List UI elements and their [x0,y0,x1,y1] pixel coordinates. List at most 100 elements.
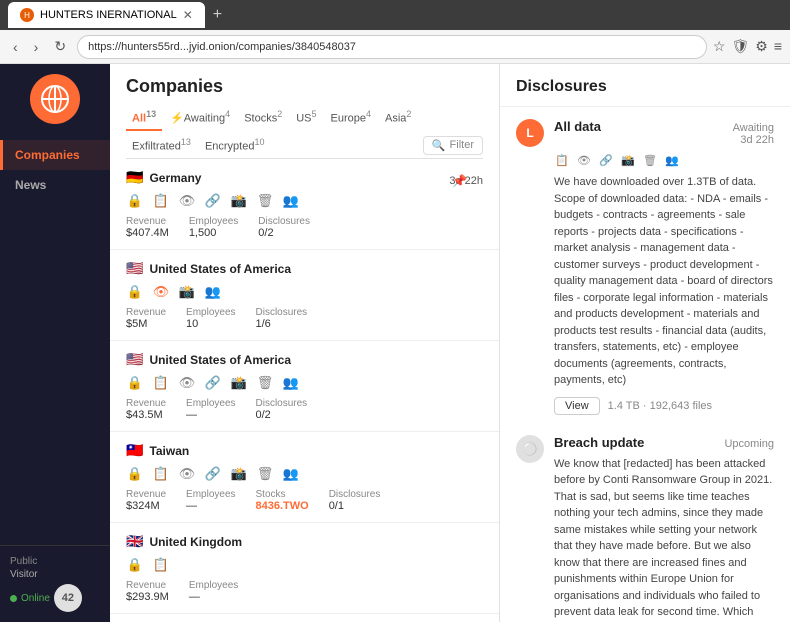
tab-us[interactable]: US5 [290,105,322,131]
app-layout: Companies News Public Visitor Online 42 … [0,64,790,622]
tab-encrypted-count: 10 [254,137,264,147]
disc-header: Disclosures [500,64,790,107]
menu-icon[interactable]: ≡ [774,38,782,55]
link-icon-3[interactable]: 🔗 [204,374,222,392]
settings-icon[interactable]: ⚙ [755,38,768,55]
clipboard-icon-3[interactable]: 📋 [152,374,170,392]
eye-icon-2[interactable]: 👁 [152,283,170,301]
meta-revenue-3: Revenue $43.5M [126,398,166,421]
card-header-row-5: 🇬🇧 United Kingdom [126,533,483,556]
sidebar-item-news[interactable]: News [0,170,110,200]
card-header-5: 🇬🇧 United Kingdom [126,533,242,550]
tab-stocks[interactable]: Stocks2 [238,105,288,131]
tab-exfiltrated-label: Exfiltrated [132,140,181,152]
users-icon-1[interactable]: 👥 [282,192,300,210]
forward-button[interactable]: › [29,37,44,57]
country-name-3: United States of America [149,353,291,367]
meta-disclosures-3: Disclosures 0/2 [256,398,308,421]
eye-icon-4[interactable]: 👁 [178,465,196,483]
country-name-4: Taiwan [149,444,189,458]
disc-item-1: L All data Awaiting 3d 22h 📋 👁 [516,119,774,415]
employees-value-2: 10 [186,318,235,330]
eye-icon-1[interactable]: 👁 [178,192,196,210]
tab-close-icon[interactable]: ✕ [183,8,193,22]
card-icons-1: 🔒 📋 👁 🔗 📸 🗑 👥 [126,192,483,210]
country-name-5: United Kingdom [149,535,242,549]
meta-employees-3: Employees — [186,398,235,421]
browser-tab[interactable]: H HUNTERS INERNATIONAL ✕ [8,2,205,28]
list-item[interactable]: 🇺🇸 United States of America 🔒 👁 📸 👥 Reve… [110,250,499,341]
shield-icon[interactable]: 🛡 [731,38,749,55]
link-icon-1[interactable]: 🔗 [204,192,222,210]
disc-item-header-2: Breach update Upcoming [554,435,774,450]
page-title: Companies [126,76,483,97]
disc-title: Disclosures [516,78,774,96]
list-item[interactable]: 🇩🇪 Germany 3d 22h 📌 🔒 📋 👁 🔗 📸 🗑 👥 [110,159,499,250]
tab-asia[interactable]: Asia2 [379,105,417,131]
tab-stocks-label: Stocks [244,113,277,125]
employees-label-1: Employees [189,216,238,227]
list-item[interactable]: 🇬🇧 United Kingdom 🔒 📋 Revenue $293.9M [110,523,499,614]
link-icon-4[interactable]: 🔗 [204,465,222,483]
filter-box[interactable]: 🔍 Filter [423,136,483,155]
main-content: Companies All13 ⚡Awaiting4 Stocks2 US5 [110,64,790,622]
disc-clipboard-icon[interactable]: 📋 [554,152,570,168]
revenue-value-2: $5M [126,318,166,330]
sidebar-visitor-label: Visitor [10,569,100,580]
eye-icon-3[interactable]: 👁 [178,374,196,392]
users-icon-4[interactable]: 👥 [282,465,300,483]
tab-asia-label: Asia [385,113,406,125]
camera-icon-3[interactable]: 📸 [230,374,248,392]
disclosures-label-4: Disclosures [329,489,381,500]
list-item[interactable]: 🇹🇼 Taiwan 🔒 📋 👁 🔗 📸 🗑 👥 [110,432,499,523]
back-button[interactable]: ‹ [8,37,23,57]
camera-icon-4[interactable]: 📸 [230,465,248,483]
sidebar-item-companies[interactable]: Companies [0,140,110,170]
clipboard-icon-5[interactable]: 📋 [152,556,170,574]
clipboard-icon-1[interactable]: 📋 [152,192,170,210]
camera-icon-2[interactable]: 📸 [178,283,196,301]
trash-icon-3[interactable]: 🗑 [256,374,274,392]
sidebar-news-label: News [15,178,46,192]
address-bar[interactable]: https://hunters55rd...jyid.onion/compani… [77,35,707,59]
disc-trash-icon[interactable]: 🗑 [642,152,658,168]
tab-awaiting-label: Awaiting [184,113,225,125]
disc-camera-icon[interactable]: 📸 [620,152,636,168]
lock-icon-4: 🔒 [126,465,144,483]
tab-all[interactable]: All13 [126,105,162,131]
tab-awaiting[interactable]: ⚡Awaiting4 [164,105,236,131]
trash-icon-4[interactable]: 🗑 [256,465,274,483]
view-button[interactable]: View [554,397,600,415]
tab-awaiting-count: 4 [225,109,230,119]
disc-item-meta-2: Upcoming [724,438,774,450]
disclosures-panel: Disclosures L All data Awaiting 3d 22h [500,64,790,622]
disc-status-2: Upcoming [724,438,774,450]
new-tab-icon[interactable]: + [213,6,222,24]
meta-revenue-4: Revenue $324M [126,489,166,512]
stocks-value-4: 8436.TWO [256,500,309,512]
tab-exfiltrated[interactable]: Exfiltrated13 [126,133,197,159]
lock-icon-1: 🔒 [126,192,144,210]
card-meta-1: Revenue $407.4M Employees 1,500 Disclosu… [126,216,483,239]
clipboard-icon-4[interactable]: 📋 [152,465,170,483]
reload-button[interactable]: ↻ [49,36,71,57]
camera-icon-1[interactable]: 📸 [230,192,248,210]
disc-eye-icon[interactable]: 👁 [576,152,592,168]
tab-europe[interactable]: Europe4 [325,105,378,131]
disc-link-icon[interactable]: 🔗 [598,152,614,168]
trash-icon-1[interactable]: 🗑 [256,192,274,210]
list-item[interactable]: 🇺🇸 United States of America 🔒 📋 👁 🔗 📸 🗑 … [110,341,499,432]
disc-text-1: We have downloaded over 1.3TB of data. S… [554,174,774,389]
revenue-label-1: Revenue [126,216,169,227]
tab-favicon: H [20,8,34,22]
users-icon-2[interactable]: 👥 [204,283,222,301]
users-icon-3[interactable]: 👥 [282,374,300,392]
disc-item-2: ⚪ Breach update Upcoming We know that [r… [516,435,774,622]
star-icon[interactable]: ☆ [713,38,726,55]
disc-users-icon[interactable]: 👥 [664,152,680,168]
tab-title: HUNTERS INERNATIONAL [40,9,177,21]
tab-encrypted[interactable]: Encrypted10 [199,133,271,159]
card-header-3: 🇺🇸 United States of America [126,351,291,368]
meta-disclosures-1: Disclosures 0/2 [258,216,310,239]
meta-employees-5: Employees — [189,580,238,603]
